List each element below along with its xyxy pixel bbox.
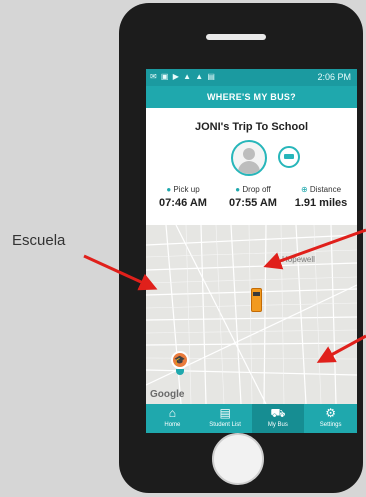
dropoff-time: 07:55 AM [229,197,277,209]
dropoff-info: ● Drop off 07:55 AM [218,185,288,209]
phone-speaker [206,34,266,40]
school-pin-icon[interactable]: 🎓 [171,351,189,369]
pickup-dot-icon: ● [166,185,172,194]
tab-settings-label: Settings [319,422,342,428]
map-place-label: Hopewell [282,255,315,264]
bus-window-icon [253,292,260,296]
status-time: 2:06 PM [317,72,351,82]
distance-value: 1.91 miles [294,197,348,209]
pickup-info: ● Pick up 07:46 AM [148,185,218,209]
app-title-bar: WHERE'S MY BUS? [146,86,357,108]
bus-icon [284,154,294,159]
tab-student-list-label: Student List [209,422,241,428]
map-streets [146,225,357,404]
tab-settings[interactable]: ⚙ Settings [304,404,357,433]
tab-my-bus-label: My Bus [267,422,288,428]
distance-label: Distance [309,185,342,194]
google-logo: Google [150,389,185,400]
clipboard-icon: ▤ [219,406,231,420]
status-bar: ✉ ▣ ▶ ▲ ▲ ▤ 2:06 PM [146,69,357,86]
notification-icons: ✉ ▣ ▶ ▲ ▲ ▤ [150,72,216,81]
home-icon: ⌂ [168,406,176,420]
distance-target-icon: ⊕ [300,185,308,194]
gear-icon: ⚙ [325,406,336,420]
tab-my-bus[interactable]: ⛟ My Bus [251,404,305,433]
phone-home-button[interactable] [212,433,264,485]
tab-home-label: Home [164,422,181,428]
bus-location-marker[interactable] [251,288,262,312]
pickup-time: 07:46 AM [159,197,207,209]
trip-title: JONI's Trip To School [194,121,309,133]
bus-tab-icon: ⛟ [270,406,286,420]
tab-home[interactable]: ⌂ Home [146,404,199,433]
app-screen: ✉ ▣ ▶ ▲ ▲ ▤ 2:06 PM WHERE'S MY BUS? JONI… [146,69,357,433]
tab-student-list[interactable]: ▤ Student List [199,404,252,433]
app-title: WHERE'S MY BUS? [207,92,296,102]
student-avatar[interactable] [231,140,267,176]
bus-status-button[interactable] [278,146,300,168]
dropoff-dot-icon: ● [235,185,241,194]
bottom-tab-bar: ⌂ Home ▤ Student List ⛟ My Bus ⚙ Setting… [146,404,357,433]
pickup-label: Pick up [173,185,200,194]
avatar-head-icon [243,148,255,160]
dropoff-label: Drop off [242,185,271,194]
avatar-body-icon [238,161,260,174]
map-view[interactable]: Hopewell 🎓 ⌂ Google [146,225,357,433]
school-annotation-label: Escuela [12,232,66,249]
distance-info: ⊕ Distance 1.91 miles [286,185,356,209]
